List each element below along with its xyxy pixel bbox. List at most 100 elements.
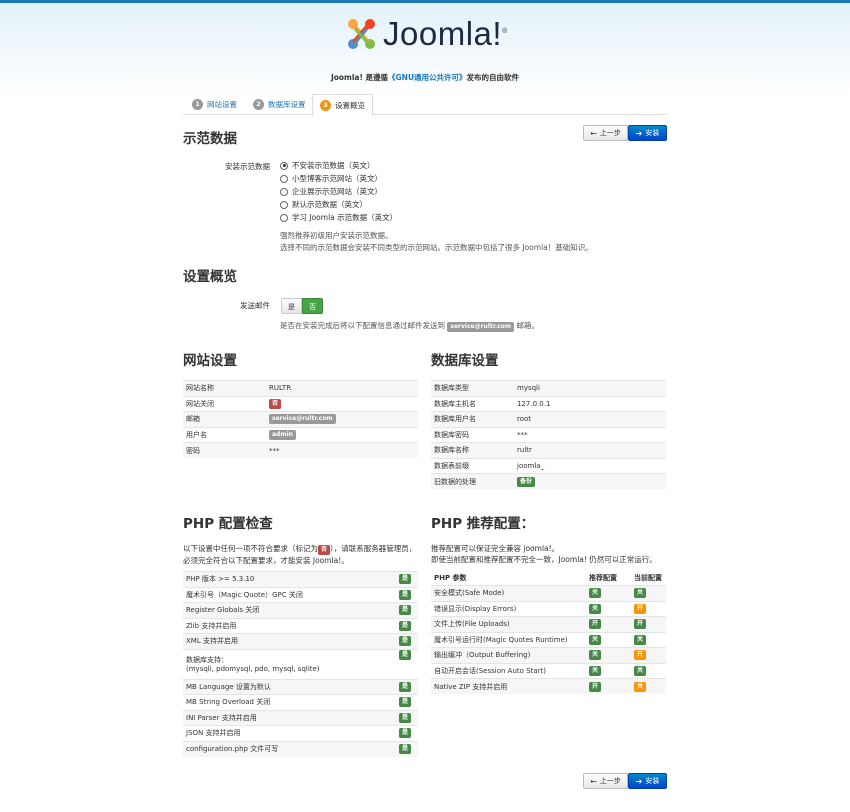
- current-value: 开: [631, 647, 666, 663]
- table-row: 输出缓冲（Output Buffering) 关 开: [431, 647, 666, 663]
- table-row: Native ZIP 支持并启用开 关: [431, 678, 666, 694]
- database-settings-heading: 数据库设置: [431, 353, 499, 369]
- current-value: 关: [631, 631, 666, 648]
- row-value: rultr: [514, 442, 666, 458]
- sample-option-blog[interactable]: 小型博客示范网站（英文）: [280, 173, 382, 184]
- recommended-badge: 关: [589, 588, 602, 599]
- arrow-left-icon: ←: [590, 776, 597, 786]
- yes-badge: 是: [399, 649, 412, 660]
- table-row: 数据库用户名 root: [431, 411, 666, 427]
- table-row: 安全模式(Safe Mode) 关关: [431, 585, 666, 601]
- database-settings-table: 数据库类型 mysqli 数据库主机名 127.0.0.1 数据库用户名 root 数据库密…: [431, 380, 666, 489]
- table-row: MB Language 设置为默认 是: [183, 678, 418, 695]
- row-value: admin: [266, 426, 418, 443]
- table-row: 数据库支持： (mysqli, pdomysql, pdo, mysql, sql…: [183, 648, 418, 679]
- tab-site-settings[interactable]: 1 网站设置: [185, 94, 244, 115]
- install-button-top[interactable]: ➔ 安装: [628, 125, 667, 141]
- recommended-value: 开: [586, 616, 631, 632]
- tab-database-settings[interactable]: 2 数据库设置: [246, 94, 313, 115]
- row-key: 网站名称: [183, 380, 266, 396]
- value-badge: service@rultr.com: [269, 414, 336, 425]
- sample-data-note: 强烈推荐初级用户安装示范数据。 选择不同的示范数据会安装不同类型的示范网站。示范数…: [280, 231, 593, 252]
- row-value: 127.0.0.1: [514, 395, 666, 412]
- current-badge: 关: [634, 681, 647, 692]
- yes-badge: 是: [399, 620, 412, 631]
- table-row: MB String Overload 关闭 是: [183, 694, 418, 710]
- recommended-badge: 关: [589, 603, 602, 614]
- table-row: 数据表前缀 joomla_: [431, 457, 666, 474]
- table-row: 数据库主机名 127.0.0.1: [431, 395, 666, 412]
- check-item: Zlib 支持并启用: [183, 617, 396, 634]
- install-button-bottom[interactable]: ➔ 安装: [628, 773, 667, 789]
- check-item: MB Language 设置为默认: [183, 678, 396, 695]
- row-value: ***: [514, 426, 666, 443]
- yes-badge: 是: [399, 636, 412, 647]
- tab-overview[interactable]: 3 设置概览: [312, 94, 373, 116]
- table-row: PHP 版本 >= 5.3.10 是: [183, 571, 418, 587]
- row-value: 否: [266, 395, 418, 412]
- check-result: 是: [396, 617, 418, 634]
- recommended-badge: 开: [589, 681, 602, 692]
- radio-icon: [280, 213, 288, 222]
- current-value: 关: [631, 662, 666, 679]
- radio-icon: [280, 187, 288, 196]
- row-value: joomla_: [514, 457, 666, 474]
- send-email-note: 是否在安装完成后将以下配置信息通过邮件发送到 service@rultr.com…: [280, 321, 539, 332]
- row-key: 旧数据的处理: [431, 473, 514, 489]
- joomla-logo-icon: [348, 19, 375, 49]
- page-header: Joomla!® Joomla! 是遵循《GNU通用公共许可》发布的自由软件: [0, 3, 850, 95]
- gpl-link[interactable]: 《GNU通用公共许可》: [388, 73, 467, 82]
- check-result: 是: [396, 694, 418, 710]
- sample-option-none[interactable]: 不安装示范数据（英文）: [280, 160, 375, 171]
- send-email-no[interactable]: 否: [302, 298, 323, 314]
- recommended-value: 关: [586, 631, 631, 648]
- php-check-intro: 以下设置中任何一项不符合要求（标记为否），请联系服务器管理员， 必须完全符合以下…: [183, 544, 417, 565]
- check-result: 是: [396, 571, 418, 587]
- yes-badge: 是: [399, 681, 412, 692]
- row-key: 网站关闭: [183, 395, 266, 412]
- recommended-value: 开: [586, 678, 631, 694]
- recommended-value: 关: [586, 585, 631, 601]
- check-result: 是: [396, 586, 418, 603]
- table-row: 魔术引号（Magic Quote）GPC 关闭 是: [183, 586, 418, 603]
- arrow-right-icon: ➔: [635, 128, 643, 138]
- row-key: 邮箱: [183, 411, 266, 427]
- check-result: 是: [396, 725, 418, 741]
- joomla-logo: Joomla!®: [343, 15, 508, 53]
- sample-data-heading: 示范数据: [183, 131, 237, 147]
- current-value: 关: [631, 678, 666, 694]
- value-badge: 否: [269, 398, 282, 409]
- install-steps-tabs: 1 网站设置 2 数据库设置 3 设置概览: [183, 93, 667, 116]
- check-label: Zlib 支持并启用: [186, 621, 237, 630]
- php-param: Native ZIP 支持并启用: [431, 678, 586, 694]
- current-badge: 开: [634, 619, 647, 630]
- yes-badge: 是: [399, 712, 412, 723]
- tagline: Joomla! 是遵循《GNU通用公共许可》发布的自由软件: [330, 73, 520, 82]
- prev-button-bottom[interactable]: ← 上一步: [583, 773, 628, 789]
- check-item: configuration.php 文件可写: [183, 740, 396, 757]
- check-item: 数据库支持： (mysqli, pdomysql, pdo, mysql, sql…: [183, 648, 396, 679]
- send-email-yes[interactable]: 是: [281, 298, 302, 314]
- current-badge: 关: [634, 588, 647, 599]
- current-value: 开: [631, 600, 666, 617]
- sample-option-default[interactable]: 默认示范数据（英文）: [280, 199, 367, 210]
- check-item: XML 支持并启用: [183, 633, 396, 649]
- check-result: 是: [396, 678, 418, 695]
- prev-button-top[interactable]: ← 上一步: [583, 125, 628, 141]
- check-label: configuration.php 文件可写: [186, 745, 279, 753]
- table-row: 网站名称 RULTR: [183, 380, 418, 396]
- row-key: 密码: [183, 442, 266, 458]
- php-param: 错误显示(Display Errors): [431, 600, 586, 617]
- recommended-value: 关: [586, 662, 631, 679]
- sample-option-brochure[interactable]: 企业展示示范网站（英文）: [280, 186, 382, 197]
- check-label: MB String Overload 关闭: [186, 698, 271, 707]
- table-row: JSON 支持并启用 是: [183, 725, 418, 741]
- check-item: PHP 版本 >= 5.3.10: [183, 571, 396, 587]
- row-key: 数据库名称: [431, 442, 514, 458]
- sample-option-learn[interactable]: 学习 Joomla 示范数据（英文）: [280, 212, 397, 223]
- overview-heading: 设置概览: [183, 269, 237, 285]
- check-item: MB String Overload 关闭: [183, 694, 396, 710]
- table-row: 旧数据的处理 备份: [431, 473, 666, 489]
- table-row: 数据库类型 mysqli: [431, 380, 666, 396]
- row-value: 备份: [514, 473, 666, 489]
